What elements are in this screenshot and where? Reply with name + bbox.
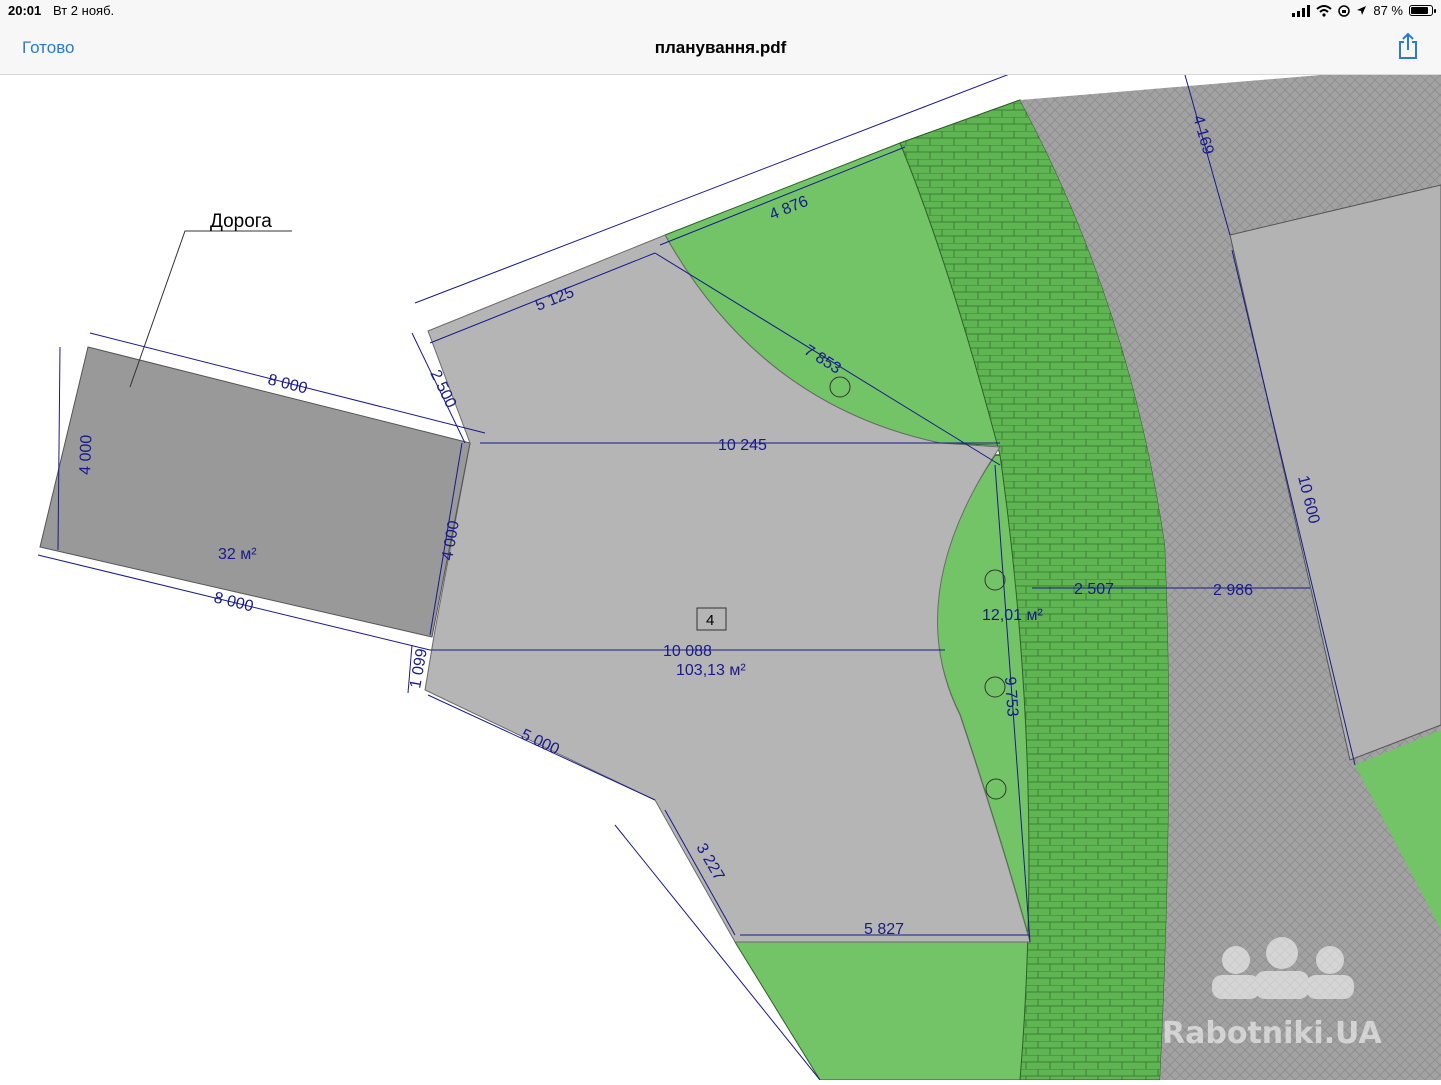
dim-10088: 10 088 (663, 643, 712, 660)
dim-2986: 2 986 (1213, 582, 1253, 599)
status-indicators: 87 % (1292, 3, 1436, 18)
status-time: 20:01 (8, 3, 42, 18)
dim-4000-left: 4 000 (77, 434, 95, 475)
dim-2507: 2 507 (1074, 581, 1114, 598)
share-button[interactable] (1397, 32, 1419, 65)
road-area (39, 346, 471, 638)
dim-5827: 5 827 (864, 921, 904, 938)
wifi-icon (1316, 4, 1333, 17)
battery-level-fill (1411, 7, 1428, 14)
rotation-lock-icon (1338, 4, 1351, 17)
pdf-page[interactable]: Дорога 32 м² 103,13 м² 12,01 м² 4 8 000 … (0, 65, 1441, 1081)
main-area-label: 103,13 м² (676, 662, 746, 679)
cellular-signal-icon (1292, 4, 1311, 17)
lawn-bottom (734, 941, 1041, 1081)
status-date: Вт 2 нояб. (53, 3, 115, 18)
road-label: Дорога (210, 211, 272, 232)
green-area-label: 12,01 м² (982, 607, 1043, 624)
dim-9753: 9 753 (1001, 676, 1021, 717)
location-icon (1357, 6, 1367, 15)
dim-10245: 10 245 (718, 437, 767, 454)
document-title: планування.pdf (654, 38, 787, 57)
site-plan-drawing: Дорога 32 м² 103,13 м² 12,01 м² 4 8 000 … (37, 65, 1441, 1081)
zone-number: 4 (706, 612, 714, 629)
watermark-text: Rabotniki.UA (1162, 1016, 1382, 1051)
workers-logo-icon (1212, 937, 1354, 999)
status-bar: 20:01 Вт 2 нояб. 87 % (0, 0, 1441, 22)
navigation-bar: Готово планування.pdf (0, 22, 1441, 75)
road-area-label: 32 м² (218, 546, 257, 563)
share-icon (1399, 32, 1417, 59)
battery-icon (1409, 5, 1436, 16)
battery-percent: 87 % (1373, 3, 1403, 18)
